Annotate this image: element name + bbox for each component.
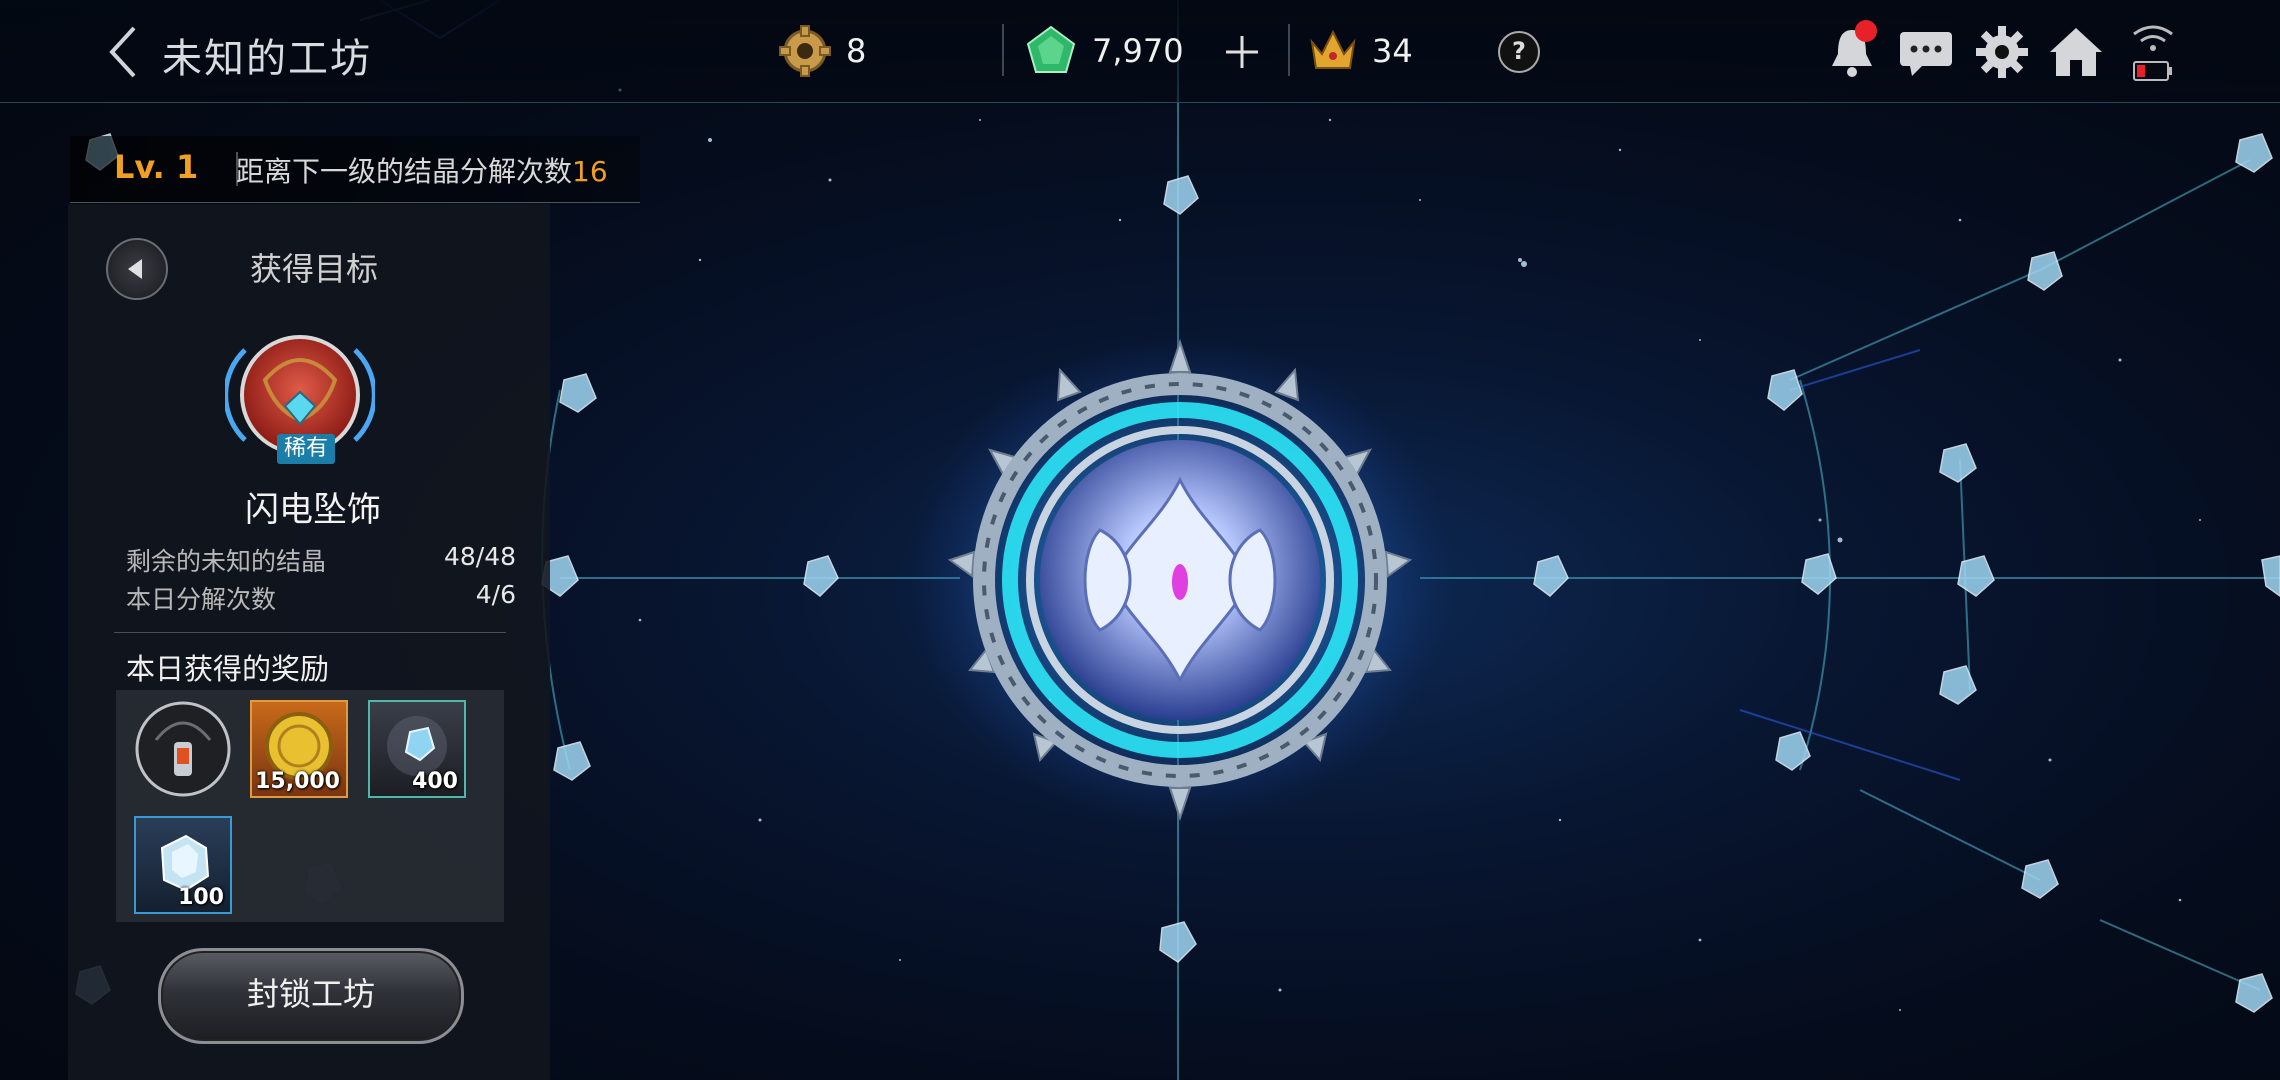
- green-crystal-icon: [1026, 25, 1076, 73]
- reward-slot-pendant[interactable]: [134, 700, 232, 798]
- next-level-text: 距离下一级的结晶分解次数: [236, 155, 573, 188]
- item-name: 闪电坠饰: [245, 490, 381, 530]
- chat-icon[interactable]: [1896, 22, 1956, 82]
- gear-currency: 8: [778, 22, 866, 80]
- home-icon[interactable]: [2046, 22, 2106, 82]
- workshop-orb[interactable]: [900, 330, 1460, 830]
- remaining-crystal-stat: 剩余的未知的结晶 48/48: [126, 542, 516, 578]
- reward-slot-ice-crystal[interactable]: 100: [134, 816, 232, 914]
- reward-slot-shard[interactable]: 400: [368, 700, 466, 798]
- pendant-icon: [135, 701, 231, 797]
- crown-icon: [1310, 29, 1356, 69]
- back-arrow-icon[interactable]: [104, 22, 144, 82]
- crown-count: 34: [1372, 32, 1413, 70]
- reward-count: 100: [178, 885, 224, 910]
- crystal-currency: 7,970: [1024, 22, 1184, 80]
- target-panel: 获得目标 稀有 闪电坠饰 剩余的未知的结晶 48/48 本日分解次数 4/6 本…: [68, 204, 550, 1080]
- level-label: Lv. 1: [114, 148, 199, 186]
- reward-count: 400: [412, 769, 458, 794]
- next-level-value: 16: [572, 155, 608, 188]
- gear-currency-icon: [779, 25, 831, 77]
- stat-label: 剩余的未知的结晶: [126, 547, 327, 576]
- wifi-icon: [2133, 25, 2173, 81]
- gear-icon[interactable]: [1972, 22, 2032, 82]
- daily-decompose-stat: 本日分解次数 4/6: [126, 580, 516, 616]
- stat-value: 48/48: [443, 542, 516, 571]
- page-title: 未知的工坊: [162, 36, 372, 82]
- rewards-title: 本日获得的奖励: [126, 652, 330, 686]
- lock-workshop-button[interactable]: 封锁工坊: [158, 948, 464, 1044]
- stat-value: 4/6: [475, 580, 516, 609]
- divider: [114, 632, 506, 633]
- crown-currency: 34: [1308, 22, 1413, 80]
- help-button[interactable]: ?: [1498, 31, 1540, 73]
- stat-label: 本日分解次数: [126, 585, 277, 614]
- rewards-grid: 15,000 400 100: [116, 690, 504, 922]
- level-bar: Lv. 1 距离下一级的结晶分解次数16: [70, 136, 640, 203]
- target-title: 获得目标: [249, 250, 378, 288]
- top-bar: 未知的工坊 8 7,970 34 ?: [0, 0, 2280, 103]
- add-plus-icon[interactable]: [1222, 32, 1262, 72]
- rarity-badge: 稀有: [277, 434, 335, 464]
- divider: [1288, 24, 1290, 76]
- gear-count: 8: [846, 32, 867, 70]
- divider: [1002, 24, 1004, 76]
- reward-slot-gold[interactable]: 15,000: [250, 700, 348, 798]
- reward-count: 15,000: [255, 769, 340, 794]
- notification-dot: [1855, 20, 1877, 42]
- next-level-info: 距离下一级的结晶分解次数16: [236, 150, 608, 190]
- crystal-count: 7,970: [1092, 32, 1184, 70]
